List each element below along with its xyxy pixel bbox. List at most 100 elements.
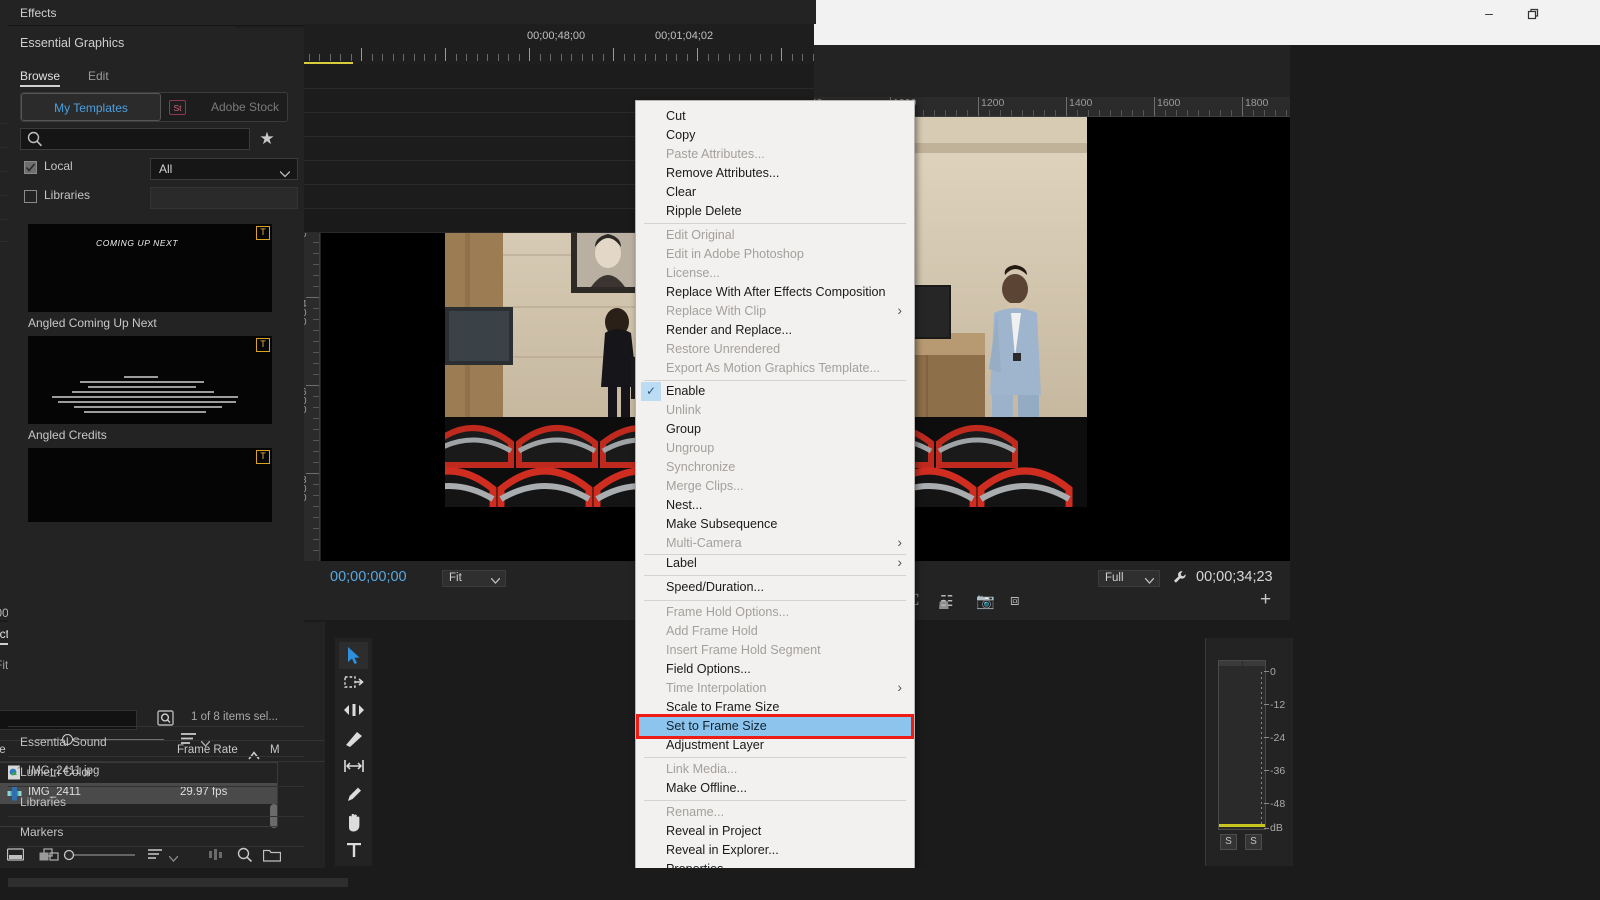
tab-edit[interactable]: Edit xyxy=(88,64,109,88)
settings-wrench-icon[interactable] xyxy=(1172,570,1187,590)
track-lane-v3[interactable] xyxy=(235,64,814,89)
ruler-minor-tick xyxy=(1077,110,1078,116)
ruler-tick-label: 1800 xyxy=(1245,97,1269,109)
zoom-level-select[interactable]: Fit xyxy=(442,570,506,587)
local-filter-dropdown[interactable]: All xyxy=(150,158,298,180)
timeline-ruler-tick xyxy=(581,54,583,61)
menu-item-clear[interactable]: Clear xyxy=(636,183,914,202)
menu-item-adjustment-layer[interactable]: Adjustment Layer xyxy=(636,736,914,755)
audio-meter-cap-right xyxy=(1243,661,1265,666)
local-checkbox[interactable] xyxy=(24,161,37,174)
template-thumbnail-3[interactable]: T xyxy=(28,448,272,522)
minimize-button[interactable]: – xyxy=(1466,0,1512,27)
libraries-checkbox[interactable] xyxy=(24,190,37,203)
menu-item-nest[interactable]: Nest... xyxy=(636,496,914,515)
timeline-ruler-tick xyxy=(707,54,709,61)
menu-item-reveal-in-project[interactable]: Reveal in Project xyxy=(636,822,914,841)
ruler-minor-tick xyxy=(1132,110,1133,116)
camera-icon[interactable]: 📷 xyxy=(976,592,995,610)
menu-item-field-options[interactable]: Field Options... xyxy=(636,660,914,679)
timeline-ruler[interactable]: ;00;0 00;00;48;00 00;01;04;02 xyxy=(235,30,814,62)
solo-button-right[interactable]: S xyxy=(1245,834,1262,850)
comparison-view-icon[interactable]: ☷ xyxy=(940,592,953,610)
menu-item-paste-attributes: Paste Attributes... xyxy=(666,147,765,161)
restore-button[interactable] xyxy=(1510,0,1556,27)
essential-graphics-panel: Essential Graphics Browse Edit My Templa… xyxy=(8,28,304,747)
menu-item-label[interactable]: Label xyxy=(636,553,914,573)
menu-item-cut[interactable]: Cut xyxy=(636,107,914,126)
clip-context-menu: Cut Copy Paste Attributes... Remove Attr… xyxy=(635,100,915,880)
multi-camera-icon[interactable]: ⧈ xyxy=(1010,592,1020,609)
libraries-filter-dropdown[interactable] xyxy=(150,187,298,209)
selection-tool[interactable] xyxy=(339,642,368,669)
resolution-select[interactable]: Full xyxy=(1098,570,1160,587)
menu-item-synchronize: Synchronize xyxy=(666,460,736,474)
menu-item-make-subsequence[interactable]: Make Subsequence xyxy=(636,515,914,534)
timeline-ruler-tick xyxy=(319,54,320,61)
ripple-edit-tool[interactable] xyxy=(339,698,368,725)
menu-item-replace-with-ae[interactable]: Replace With After Effects Composition xyxy=(636,283,914,302)
razor-tool[interactable] xyxy=(339,726,368,753)
templates-search-input[interactable] xyxy=(20,128,250,150)
panel-lumetri-color[interactable]: Lumetri Color xyxy=(8,756,304,786)
bottom-scroll-bar[interactable] xyxy=(8,878,348,887)
menu-item-remove-attributes[interactable]: Remove Attributes... xyxy=(636,164,914,183)
menu-item-make-offline[interactable]: Make Offline... xyxy=(636,779,914,798)
audio-meter-floor xyxy=(1219,824,1265,827)
menu-item-copy[interactable]: Copy xyxy=(636,126,914,145)
type-tool[interactable] xyxy=(339,838,368,865)
template-thumbnail-1[interactable]: COMING UP NEXT T xyxy=(28,224,272,312)
vruler-minor-tick xyxy=(313,330,319,331)
menu-item-render-and-replace[interactable]: Render and Replace... xyxy=(636,321,914,340)
menu-item-ungroup: Ungroup xyxy=(666,441,715,455)
button-editor-plus-icon[interactable]: + xyxy=(1260,589,1271,611)
timeline-ruler-tick xyxy=(560,54,562,61)
timeline-ruler-tick xyxy=(382,54,383,61)
tab-browse[interactable]: Browse xyxy=(20,64,61,88)
slip-tool[interactable] xyxy=(339,754,368,781)
local-label: Local xyxy=(44,159,73,173)
solo-button-left[interactable]: S xyxy=(1220,834,1237,850)
ruler-minor-tick xyxy=(989,110,990,116)
timeline-ruler-tick xyxy=(791,54,793,61)
menu-item-reveal-in-explorer[interactable]: Reveal in Explorer... xyxy=(636,841,914,860)
vruler-minor-tick xyxy=(313,275,319,276)
panel-essential-sound[interactable]: Essential Sound xyxy=(8,726,304,756)
menu-item-ripple-delete[interactable]: Ripple Delete xyxy=(636,202,914,221)
column-header-name[interactable]: Name xyxy=(0,744,6,756)
favorites-star-icon[interactable]: ★ xyxy=(256,128,278,150)
template-thumbnail-2[interactable]: T xyxy=(28,336,272,424)
audio-meter-body[interactable] xyxy=(1218,660,1266,830)
ruler-minor-tick xyxy=(967,110,968,116)
hand-tool[interactable] xyxy=(339,810,368,837)
vruler-minor-tick xyxy=(313,308,319,309)
my-templates-button[interactable]: My Templates xyxy=(21,93,161,121)
ruler-minor-tick xyxy=(1044,110,1045,116)
effects-panel-tabbar: Effects xyxy=(8,0,304,26)
menu-item-merge-clips: Merge Clips... xyxy=(666,479,744,493)
program-playhead-timecode[interactable]: 00;00;00;00 xyxy=(330,569,407,585)
timeline-ruler-tick xyxy=(476,54,478,61)
timeline-ruler-tick xyxy=(686,54,688,61)
ruler-minor-tick xyxy=(1000,110,1001,116)
timeline-ruler-tick xyxy=(728,54,730,61)
timeline-ruler-tick xyxy=(392,54,394,61)
ruler-minor-tick xyxy=(1143,110,1144,116)
meter-label-24: -24 xyxy=(1270,732,1286,744)
local-filter-value: All xyxy=(159,162,173,176)
meter-label-db: dB xyxy=(1270,822,1283,834)
tab-effects[interactable]: Effects xyxy=(20,0,56,24)
track-select-forward-tool[interactable] xyxy=(339,670,368,697)
menu-item-group[interactable]: Group xyxy=(636,420,914,439)
template-text-badge-icon-3: T xyxy=(256,450,270,464)
timeline-ruler-tick xyxy=(518,54,520,61)
panel-libraries[interactable]: Libraries xyxy=(8,786,304,816)
menu-separator-4 xyxy=(644,575,906,576)
panel-markers[interactable]: Markers xyxy=(8,816,304,846)
menu-item-speed-duration[interactable]: Speed/Duration... xyxy=(636,578,914,597)
menu-item-edit-original: Edit Original xyxy=(666,228,735,242)
timeline-ruler-tick xyxy=(770,54,772,61)
vruler-minor-tick xyxy=(313,528,319,529)
pen-tool[interactable] xyxy=(339,782,368,809)
menu-item-enable[interactable]: Enable xyxy=(636,382,914,401)
